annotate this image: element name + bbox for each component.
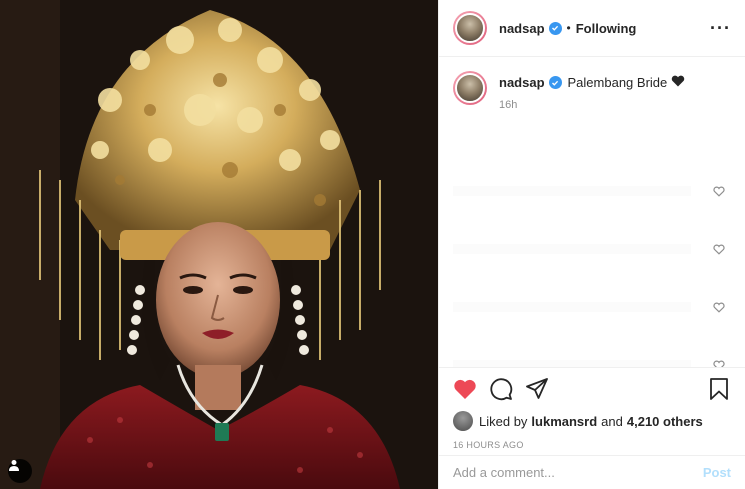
user-tag-button[interactable] xyxy=(8,459,32,483)
comment-like-icon[interactable] xyxy=(713,242,725,260)
liker-username[interactable]: lukmansrd xyxy=(531,414,597,429)
comment-icon[interactable] xyxy=(489,377,513,401)
verified-badge-icon xyxy=(548,21,562,35)
comments-section: nadsap Palembang Bride 16h xyxy=(439,57,745,367)
comment-input[interactable] xyxy=(453,465,703,480)
caption-avatar[interactable] xyxy=(453,71,487,105)
header-separator: • xyxy=(566,21,571,35)
post-photo[interactable] xyxy=(0,0,438,489)
user-tag-icon xyxy=(9,460,19,471)
author-username[interactable]: nadsap xyxy=(499,21,545,36)
likes-joiner: and xyxy=(601,413,623,429)
follow-status-button[interactable]: Following xyxy=(576,21,637,36)
post-header: nadsap • Following ··· xyxy=(439,0,745,57)
post-comment-button[interactable]: Post xyxy=(703,465,731,480)
caption-username[interactable]: nadsap xyxy=(499,75,545,90)
comment-like-icon[interactable] xyxy=(713,358,725,367)
comment-row xyxy=(453,242,731,256)
add-comment-bar: Post xyxy=(439,455,745,489)
heart-icon[interactable] xyxy=(453,377,477,401)
action-bar xyxy=(439,368,745,410)
likes-prefix: Liked by xyxy=(479,413,528,429)
comment-like-icon[interactable] xyxy=(713,184,725,202)
share-icon[interactable] xyxy=(525,377,549,401)
comment-row xyxy=(453,300,731,314)
caption: nadsap Palembang Bride 16h xyxy=(453,71,731,111)
black-heart-icon xyxy=(671,75,685,90)
post-side-panel: nadsap • Following ··· nadsap Palembang … xyxy=(438,0,745,489)
likes-summary: Liked by lukmansrd and 4,210 others xyxy=(439,410,745,432)
post-actions-area: Liked by lukmansrd and 4,210 others 16 H… xyxy=(439,367,745,450)
post-timestamp[interactable]: 16 HOURS AGO xyxy=(439,432,745,450)
bride-photo-illustration xyxy=(0,0,438,489)
bookmark-icon[interactable] xyxy=(707,377,731,401)
caption-text: Palembang Bride xyxy=(567,75,668,90)
more-options-icon[interactable]: ··· xyxy=(710,19,731,37)
verified-badge-icon xyxy=(548,76,562,89)
comment-row xyxy=(453,184,731,198)
likes-others-count[interactable]: 4,210 others xyxy=(627,414,703,429)
liker-avatar[interactable] xyxy=(453,411,473,431)
caption-time: 16h xyxy=(499,99,518,111)
comment-row xyxy=(453,358,731,367)
comment-like-icon[interactable] xyxy=(713,300,725,318)
author-avatar[interactable] xyxy=(453,11,487,45)
instagram-post: nadsap • Following ··· nadsap Palembang … xyxy=(0,0,745,489)
